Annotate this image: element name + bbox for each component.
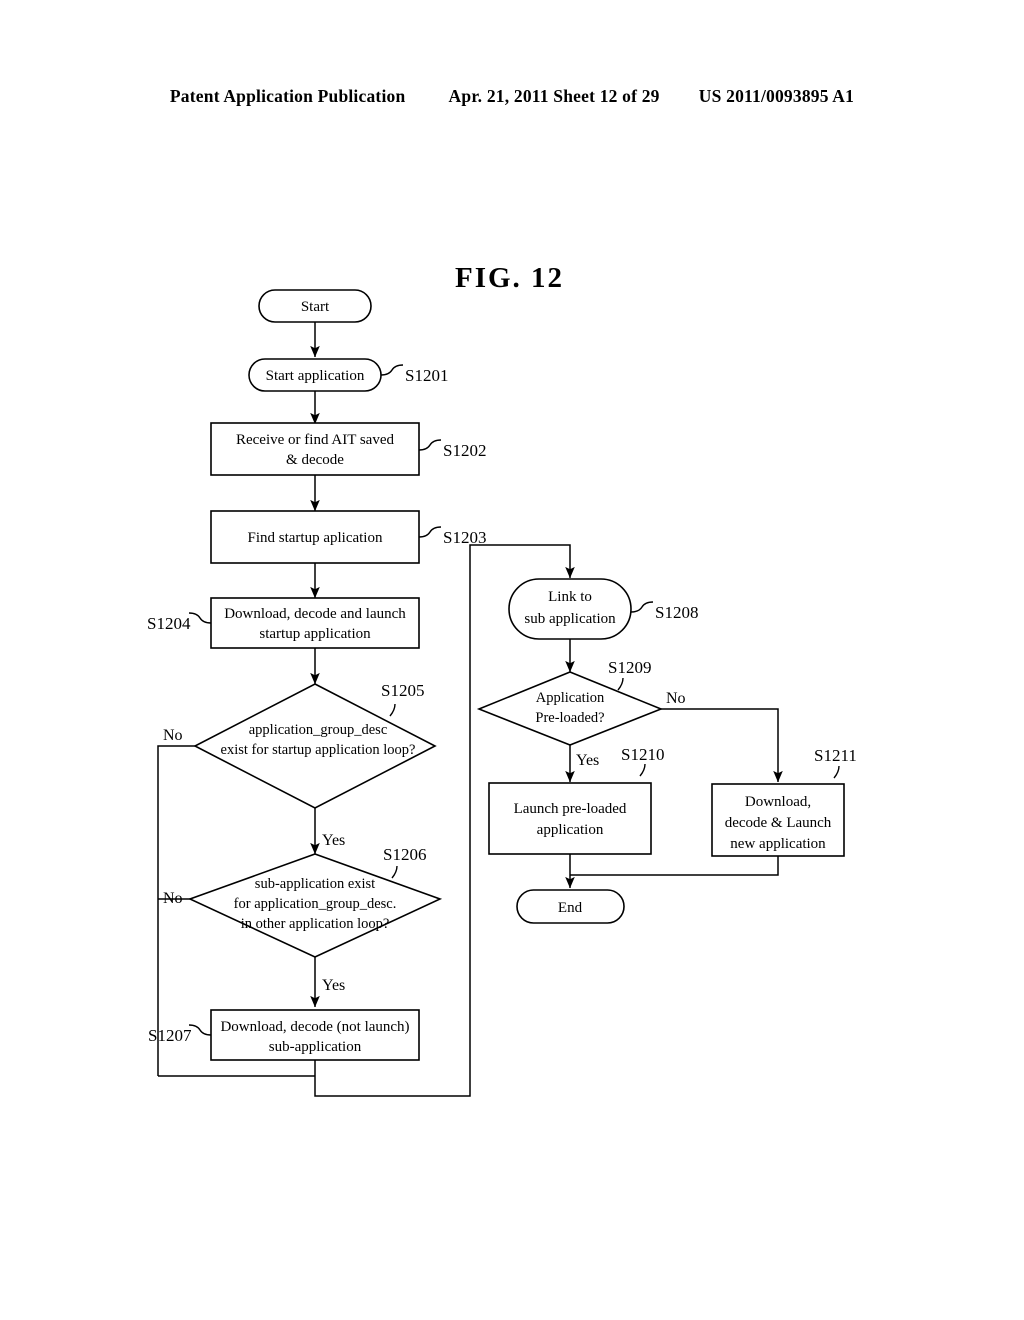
node-s1209-shape xyxy=(476,671,664,746)
ref-s1202: S1202 xyxy=(443,441,486,460)
node-s1204-line2: startup application xyxy=(259,626,371,642)
leader-s1202 xyxy=(418,439,442,451)
node-end[interactable]: End xyxy=(516,889,625,924)
node-s1202-line2: & decode xyxy=(286,452,344,468)
leader-s1203 xyxy=(418,526,442,538)
branch-label-s1205-no: No xyxy=(163,727,183,744)
node-s1210[interactable]: Launch pre-loaded application xyxy=(488,782,652,855)
node-s1208-shape xyxy=(508,578,632,640)
node-s1211-line3: new application xyxy=(730,836,826,852)
ref-s1211: S1211 xyxy=(814,746,857,765)
node-end-label: End xyxy=(558,900,583,916)
node-s1210-line1: Launch pre-loaded xyxy=(514,801,627,817)
node-s1207[interactable]: Download, decode (not launch) sub-applic… xyxy=(210,1009,420,1061)
leader-s1207 xyxy=(188,1024,212,1036)
leader-s1209 xyxy=(617,677,624,691)
branch-label-s1205-yes: Yes xyxy=(322,832,345,849)
leader-s1211 xyxy=(833,765,840,779)
node-s1209-line1: Application xyxy=(536,690,605,706)
ref-s1210: S1210 xyxy=(621,745,664,764)
leader-s1204 xyxy=(188,612,212,624)
leader-s1210 xyxy=(639,763,646,777)
node-s1210-line2: application xyxy=(537,822,604,838)
ref-s1208: S1208 xyxy=(655,603,698,622)
node-s1208[interactable]: Link to sub application xyxy=(508,578,632,640)
node-s1207-line2: sub-application xyxy=(269,1039,362,1055)
node-s1206[interactable]: sub-application exist for application_gr… xyxy=(187,853,443,958)
flowchart-diagram: Start Start application S1201 Receive or… xyxy=(147,289,857,1097)
ref-s1201: S1201 xyxy=(405,366,448,385)
node-start[interactable]: Start xyxy=(258,289,372,323)
node-s1201-label: Start application xyxy=(266,368,365,384)
branch-label-s1209-no: No xyxy=(666,690,686,707)
ref-s1205: S1205 xyxy=(381,681,424,700)
node-s1208-line1: Link to xyxy=(548,589,592,605)
node-s1211[interactable]: Download, decode & Launch new applicatio… xyxy=(711,783,845,857)
ref-s1206: S1206 xyxy=(383,845,426,864)
node-s1205[interactable]: application_group_desc exist for startup… xyxy=(193,683,437,809)
connector-s1211-to-end xyxy=(570,856,779,876)
node-s1202[interactable]: Receive or find AIT saved & decode xyxy=(210,422,420,476)
node-s1208-line2: sub application xyxy=(524,611,616,627)
ref-s1203: S1203 xyxy=(443,528,486,547)
node-s1205-line1: application_group_desc xyxy=(249,722,388,738)
node-s1209[interactable]: Application Pre-loaded? xyxy=(476,671,664,746)
leader-s1201 xyxy=(380,364,404,376)
node-s1204[interactable]: Download, decode and launch startup appl… xyxy=(210,597,420,649)
node-s1204-line1: Download, decode and launch xyxy=(224,606,406,622)
node-s1211-line2: decode & Launch xyxy=(725,815,832,831)
ref-s1209: S1209 xyxy=(608,658,651,677)
branch-label-s1206-no: No xyxy=(163,890,183,907)
ref-s1207: S1207 xyxy=(148,1026,192,1045)
node-s1201[interactable]: Start application xyxy=(248,358,382,392)
leader-s1208 xyxy=(630,601,654,613)
ref-s1204: S1204 xyxy=(147,614,191,633)
node-start-label: Start xyxy=(301,299,330,315)
node-s1210-shape xyxy=(488,782,652,855)
node-s1203-line1: Find startup aplication xyxy=(248,530,383,546)
branch-label-s1209-yes: Yes xyxy=(576,752,599,769)
node-s1207-line1: Download, decode (not launch) xyxy=(220,1019,409,1035)
node-s1206-line2: for application_group_desc. xyxy=(234,896,397,912)
node-s1202-line1: Receive or find AIT saved xyxy=(236,432,395,448)
node-s1206-line1: sub-application exist xyxy=(255,876,375,892)
leader-s1205 xyxy=(389,703,396,717)
node-s1203[interactable]: Find startup aplication xyxy=(210,510,420,564)
branch-label-s1206-yes: Yes xyxy=(322,977,345,994)
connector-s1209-no-to-s1211 xyxy=(661,708,783,783)
leader-s1206 xyxy=(391,865,398,879)
node-s1211-line1: Download, xyxy=(745,794,811,810)
node-s1206-line3: in other application loop? xyxy=(241,916,390,932)
node-s1209-line2: Pre-loaded? xyxy=(535,710,604,726)
node-s1205-line2: exist for startup application loop? xyxy=(221,742,416,758)
